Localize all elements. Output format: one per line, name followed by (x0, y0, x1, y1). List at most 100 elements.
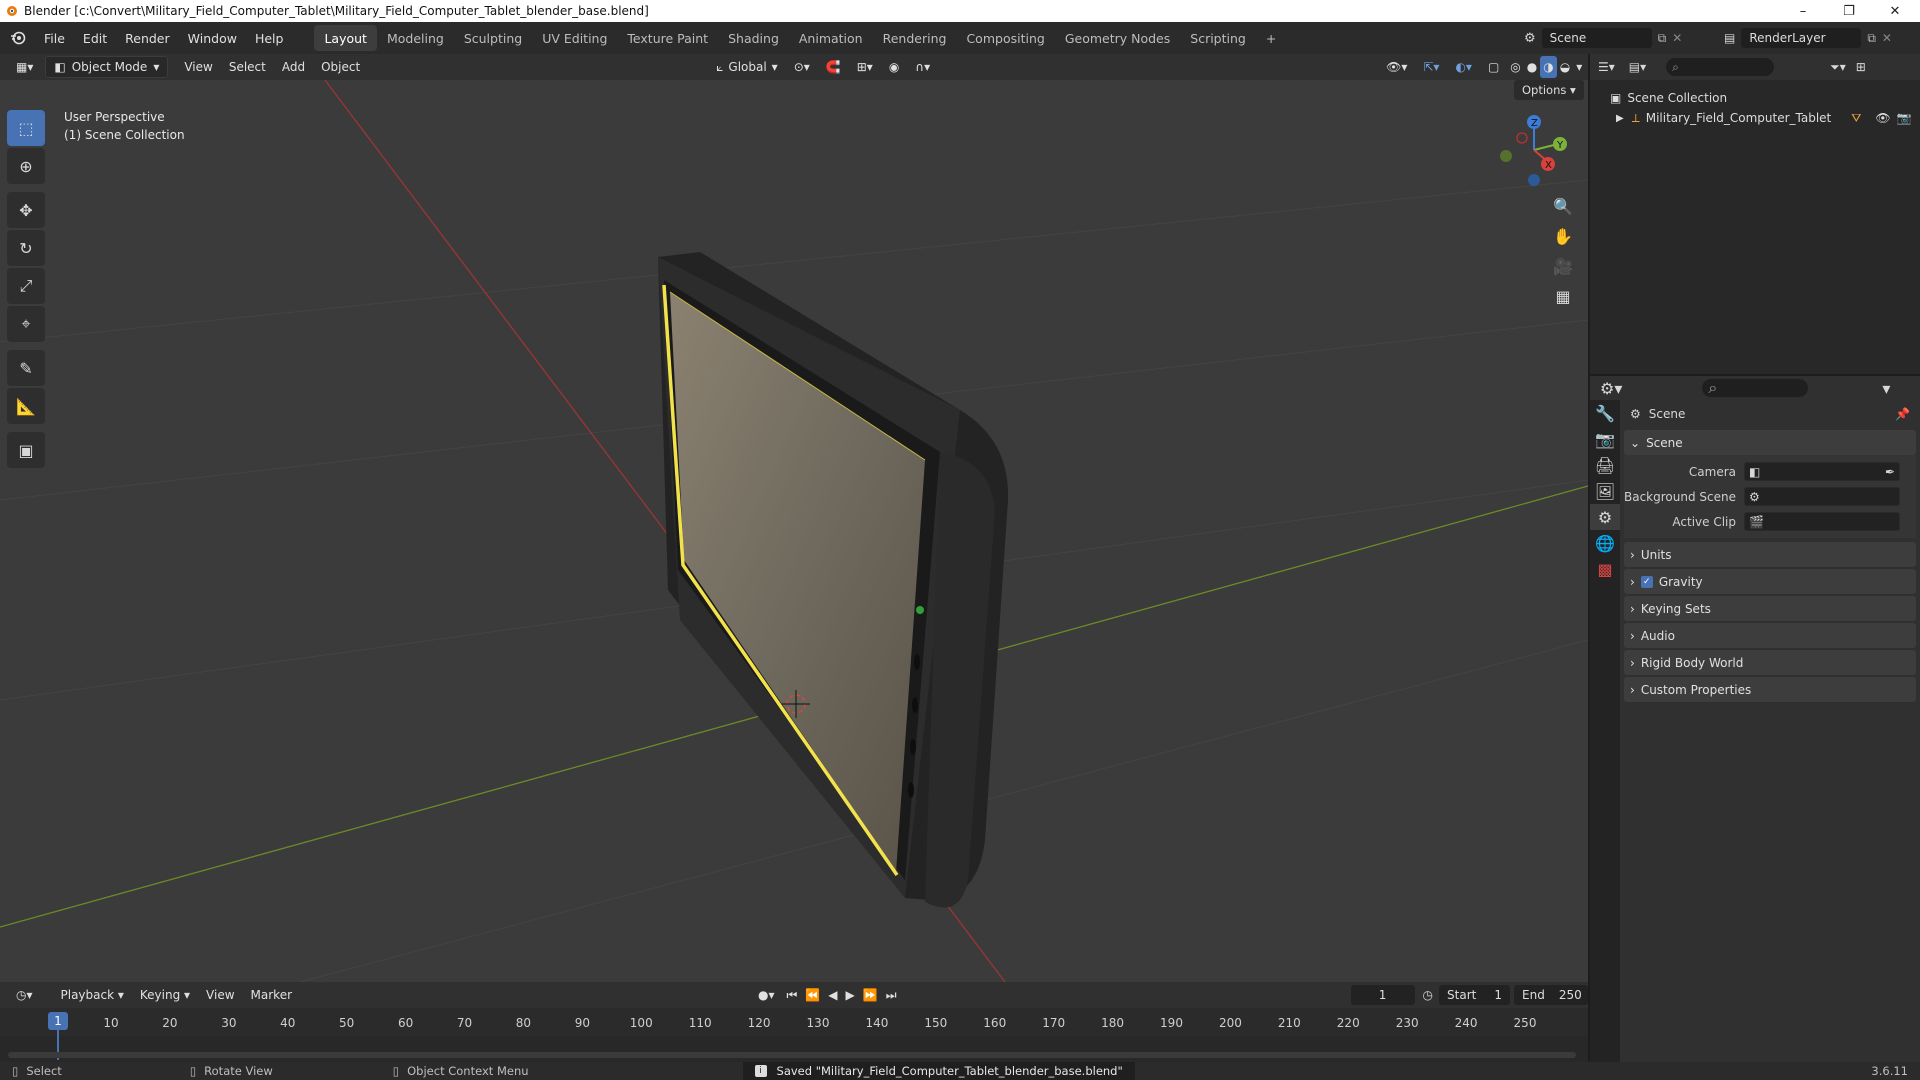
tab-scene[interactable]: ⚙ (1590, 504, 1620, 530)
jump-keyframe-back-button[interactable]: ⏪ (801, 984, 824, 1006)
tab-animation[interactable]: Animation (789, 25, 873, 51)
add-cube-tool[interactable]: ▣ (7, 432, 45, 468)
filter-icon[interactable]: ⏷▾ (1830, 60, 1846, 75)
tab-scripting[interactable]: Scripting (1180, 25, 1256, 51)
visibility-eye-icon[interactable]: 👁 (1875, 111, 1890, 125)
shading-options-dropdown[interactable]: ▾ (1573, 56, 1585, 78)
menu-view[interactable]: View (176, 56, 220, 78)
snap-toggle[interactable]: 🧲 (818, 56, 849, 78)
properties-search-input[interactable]: ⌕ (1702, 378, 1809, 397)
proportional-falloff-dropdown[interactable]: ∩▾ (907, 56, 938, 78)
rendered-shading-button[interactable]: ◒ (1557, 56, 1573, 78)
menu-playback[interactable]: Playback ▾ (53, 984, 132, 1006)
neg-x-axis-handle[interactable] (1516, 132, 1528, 144)
renderlayer-name-field[interactable]: RenderLayer (1741, 28, 1862, 48)
3d-viewport[interactable] (0, 80, 1588, 982)
menu-keying[interactable]: Keying ▾ (132, 984, 198, 1006)
play-button[interactable]: ▶ (842, 984, 859, 1006)
panel-keying-sets[interactable]: › Keying Sets (1624, 596, 1916, 621)
tab-view-layer[interactable]: 🖼 (1590, 478, 1620, 504)
camera-field[interactable]: ◧ ✒ (1744, 462, 1900, 481)
background-scene-field[interactable]: ⚙ (1744, 487, 1900, 506)
menu-add[interactable]: Add (274, 56, 313, 78)
menu-view[interactable]: View (198, 984, 242, 1006)
measure-tool[interactable]: 📐 (7, 388, 45, 424)
auto-keying-button[interactable]: ●▾ (750, 984, 783, 1006)
wireframe-shading-button[interactable]: ◎ (1507, 56, 1523, 78)
gravity-checkbox[interactable]: ✓ (1640, 575, 1653, 588)
panel-gravity[interactable]: › ✓ Gravity (1624, 569, 1916, 594)
material-shading-button[interactable]: ◑ (1540, 56, 1557, 78)
scene-name-field[interactable]: Scene (1541, 28, 1652, 48)
tab-geometry-nodes[interactable]: Geometry Nodes (1055, 25, 1180, 51)
outliner-row-tablet[interactable]: ▶ ⟂ Military_Field_Computer_Tablet ⛛ 👁 📷 (1590, 108, 1920, 128)
zoom-button[interactable]: 🔍 (1549, 192, 1577, 220)
active-clip-field[interactable]: 🎬 (1744, 512, 1900, 531)
new-collection-icon[interactable]: ⊞ (1856, 60, 1866, 74)
xray-toggle[interactable]: ▢ (1480, 56, 1507, 78)
proportional-editing-toggle[interactable]: ◉ (881, 56, 907, 78)
neg-z-axis-handle[interactable] (1528, 174, 1540, 186)
menu-render[interactable]: Render (116, 22, 179, 54)
jump-start-button[interactable]: ⏮ (783, 984, 802, 1006)
object-mode-dropdown[interactable]: ◧ Object Mode ▾ (45, 56, 169, 78)
outliner-search-input[interactable]: ⌕ (1666, 58, 1775, 76)
timeline-ruler[interactable]: 10 20 30 40 50 60 70 80 90 100 110 120 130 140 150 160 1… (0, 1008, 1588, 1060)
add-workspace-button[interactable]: + (1256, 25, 1286, 51)
tab-rendering[interactable]: Rendering (873, 25, 957, 51)
scene-selector[interactable]: ⚙ Scene ⧉ ✕ (1524, 25, 1724, 51)
options-dropdown[interactable]: Options ▾ (1514, 80, 1584, 100)
playhead[interactable]: 1 (48, 1012, 68, 1030)
perspective-toggle-button[interactable]: ▦ (1549, 282, 1577, 310)
editor-type-button[interactable]: ▦▾ (8, 56, 41, 78)
eyedropper-icon[interactable]: ✒ (1885, 465, 1895, 479)
panel-units[interactable]: › Units (1624, 542, 1916, 567)
select-box-tool[interactable]: ⬚ (7, 110, 45, 146)
menu-help[interactable]: Help (246, 22, 293, 54)
tab-modeling[interactable]: Modeling (377, 25, 454, 51)
maximize-button[interactable]: ❐ (1826, 0, 1872, 22)
rotate-tool[interactable]: ↻ (7, 230, 45, 266)
outliner-row-scene-collection[interactable]: ▣ Scene Collection (1590, 88, 1920, 108)
tab-compositing[interactable]: Compositing (956, 25, 1054, 51)
pivot-point-dropdown[interactable]: ⊙▾ (786, 56, 818, 78)
jump-keyframe-forward-button[interactable]: ⏩ (859, 984, 882, 1006)
renderlayer-selector[interactable]: ▤ RenderLayer ⧉ ✕ (1724, 25, 1920, 51)
scale-tool[interactable]: ⤢ (7, 268, 45, 304)
camera-view-button[interactable]: 🎥 (1549, 252, 1577, 280)
menu-marker[interactable]: Marker (243, 984, 300, 1006)
tab-render[interactable]: 📷 (1590, 426, 1620, 452)
preview-range-icon[interactable]: ◷ (1423, 988, 1433, 1002)
neg-y-axis-handle[interactable] (1500, 150, 1512, 162)
jump-end-button[interactable]: ⏭ (882, 984, 901, 1006)
chevron-down-icon[interactable]: ▾ (1882, 379, 1890, 398)
cursor-tool[interactable]: ⊕ (7, 148, 45, 184)
start-frame-field[interactable]: Start 1 (1439, 985, 1510, 1005)
close-window-button[interactable]: ✕ (1872, 0, 1918, 22)
tab-uv-editing[interactable]: UV Editing (532, 25, 617, 51)
menu-object[interactable]: Object (313, 56, 368, 78)
navigation-gizmo[interactable]: Z Y X (1490, 110, 1570, 190)
move-tool[interactable]: ✥ (7, 192, 45, 228)
remove-icon[interactable]: ✕ (1672, 31, 1682, 45)
tab-sculpting[interactable]: Sculpting (454, 25, 532, 51)
gizmo-toggle[interactable]: ⇱▾ (1415, 56, 1447, 78)
snap-target-dropdown[interactable]: ⊞▾ (849, 56, 881, 78)
menu-select[interactable]: Select (221, 56, 274, 78)
tab-shading[interactable]: Shading (718, 25, 789, 51)
minimize-button[interactable]: – (1780, 0, 1826, 22)
panel-scene-header[interactable]: ⌄ Scene (1624, 430, 1916, 455)
play-reverse-button[interactable]: ◀ (824, 984, 841, 1006)
panel-rigid-body-world[interactable]: › Rigid Body World (1624, 650, 1916, 675)
tab-texture[interactable]: ▩ (1590, 556, 1620, 582)
remove-icon[interactable]: ✕ (1882, 31, 1892, 45)
editor-type-icon[interactable]: ⚙▾ (1600, 379, 1622, 398)
tab-tool[interactable]: 🔧 (1590, 400, 1620, 426)
menu-file[interactable]: File (35, 22, 74, 54)
current-frame-field[interactable]: 1 (1350, 985, 1415, 1005)
blender-menu-icon[interactable] (0, 22, 35, 54)
visibility-dropdown[interactable]: 👁▾ (1378, 56, 1415, 78)
end-frame-field[interactable]: End 250 (1514, 985, 1588, 1005)
overlay-toggle[interactable]: ◐▾ (1447, 56, 1480, 78)
display-mode-icon[interactable]: ▤▾ (1629, 60, 1646, 74)
